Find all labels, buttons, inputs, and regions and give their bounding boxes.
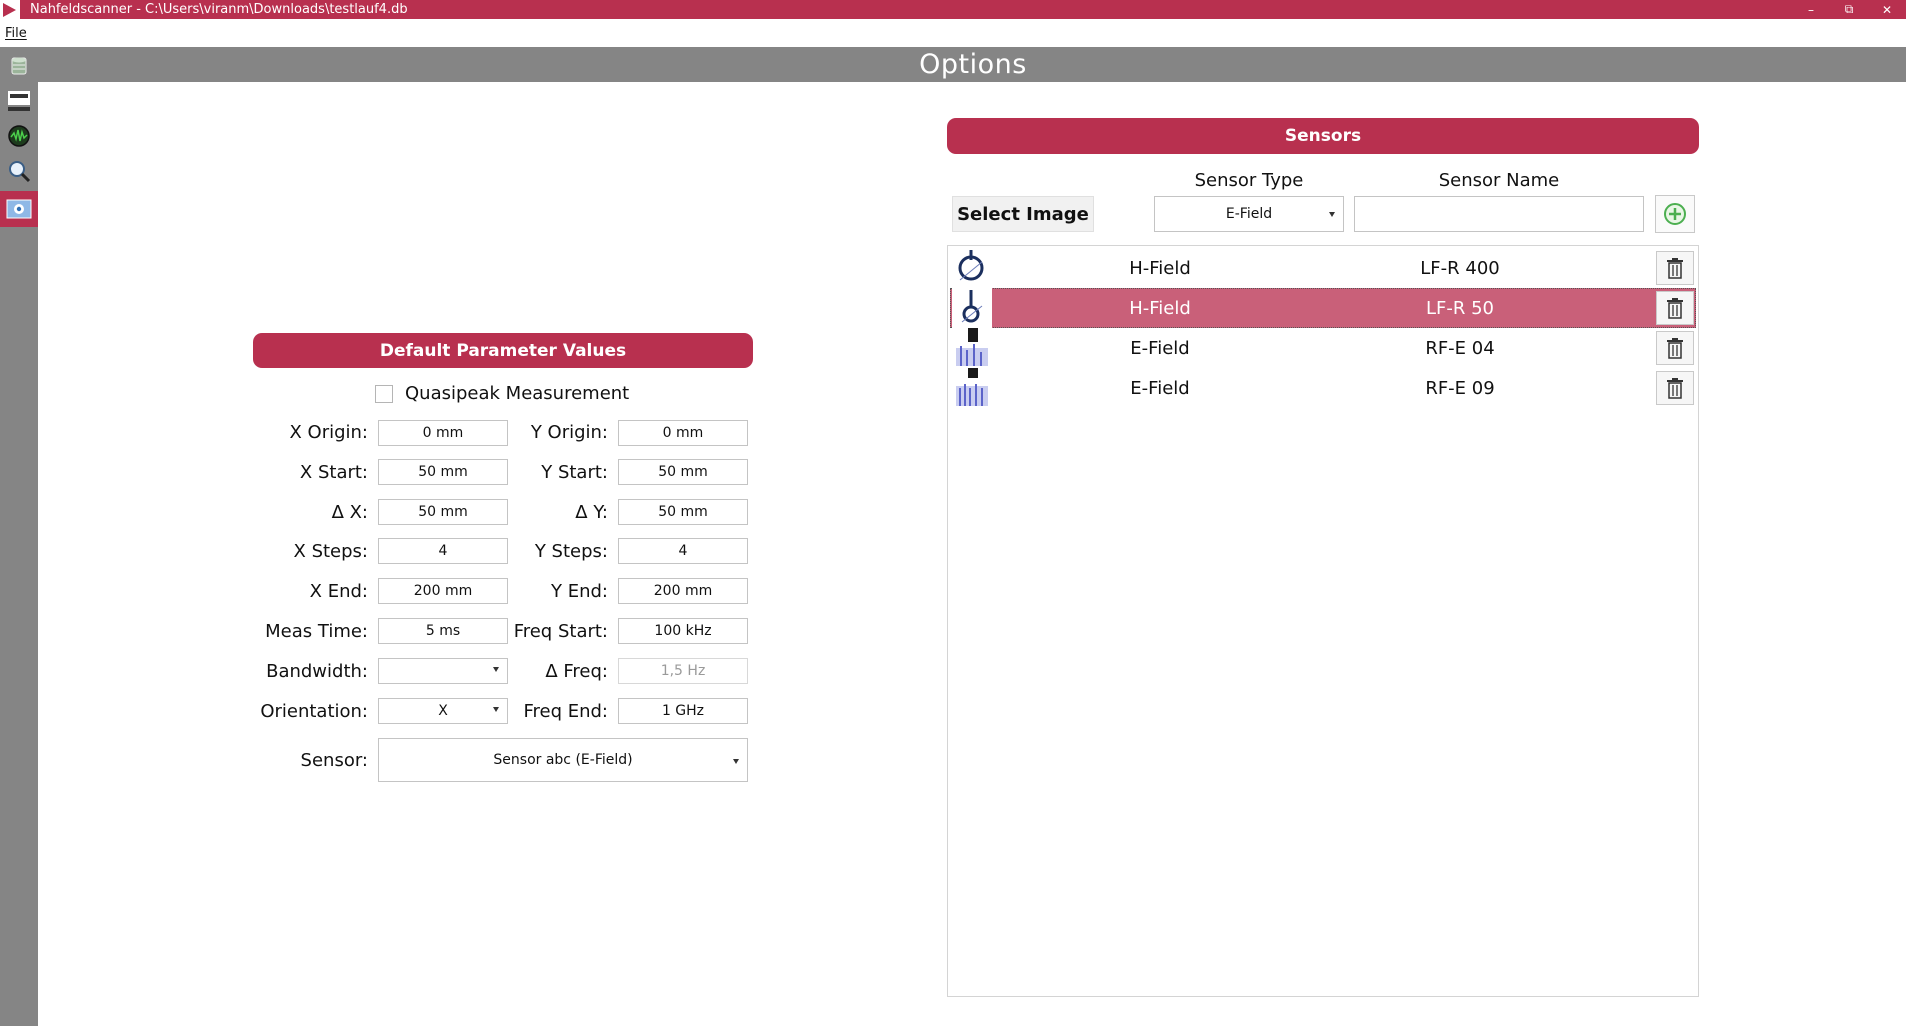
x-steps-label: X Steps: bbox=[293, 541, 368, 562]
y-steps-field[interactable]: 4 bbox=[618, 538, 748, 564]
sidebar-item-database[interactable] bbox=[4, 51, 34, 81]
h-field-probe-icon bbox=[961, 290, 983, 323]
trash-icon bbox=[1667, 298, 1683, 319]
sensor-thumbnail bbox=[952, 288, 992, 328]
window-controls: – ⧉ ✕ bbox=[1792, 0, 1906, 19]
trash-icon bbox=[1667, 338, 1683, 359]
y-end-field[interactable]: 200 mm bbox=[618, 578, 748, 604]
sensor-thumbnail bbox=[952, 328, 992, 368]
sensor-name-cell: RF-E 09 bbox=[1425, 378, 1495, 399]
y-start-label: Y Start: bbox=[541, 462, 608, 483]
chevron-down-icon bbox=[1329, 212, 1335, 217]
sensor-type-value: E-Field bbox=[1225, 206, 1273, 222]
delete-sensor-button[interactable] bbox=[1656, 371, 1694, 405]
delta-freq-label: Δ Freq: bbox=[545, 661, 608, 682]
sensor-type-dropdown[interactable]: E-Field bbox=[1154, 196, 1344, 232]
sensor-name-cell: LF-R 400 bbox=[1420, 258, 1500, 279]
sensor-label: Sensor: bbox=[300, 750, 368, 771]
sensor-name-cell: LF-R 50 bbox=[1425, 298, 1494, 319]
chevron-down-icon bbox=[733, 759, 739, 764]
sensor-type-header: Sensor Type bbox=[1194, 170, 1304, 191]
trash-icon bbox=[1667, 378, 1683, 399]
y-end-label: Y End: bbox=[551, 581, 608, 602]
quasipeak-label: Quasipeak Measurement bbox=[405, 383, 630, 404]
database-icon bbox=[11, 57, 27, 75]
sidebar-item-spectrum[interactable] bbox=[4, 121, 34, 151]
trash-icon bbox=[1667, 258, 1683, 279]
x-origin-label: X Origin: bbox=[289, 422, 368, 443]
delta-freq-field: 1,5 Hz bbox=[618, 658, 748, 684]
sensors-title: Sensors bbox=[947, 118, 1699, 154]
sensor-row[interactable]: H-Field LF-R 400 bbox=[950, 248, 1696, 288]
plus-circle-icon bbox=[1664, 203, 1686, 225]
app-logo-icon bbox=[0, 0, 20, 19]
sensor-type-cell: E-Field bbox=[1130, 378, 1190, 399]
freq-start-field[interactable]: 100 kHz bbox=[618, 618, 748, 644]
page-title: Options bbox=[919, 49, 1027, 80]
sensor-dropdown[interactable]: Sensor abc (E-Field) bbox=[378, 738, 748, 782]
sidebar-item-settings[interactable] bbox=[0, 191, 38, 227]
sidebar-item-search[interactable] bbox=[4, 156, 34, 186]
h-field-probe-icon bbox=[958, 250, 984, 281]
delete-sensor-button[interactable] bbox=[1656, 331, 1694, 365]
e-field-probe-icon bbox=[956, 328, 988, 366]
delta-y-field[interactable]: 50 mm bbox=[618, 499, 748, 525]
menu-bar: File bbox=[0, 19, 1906, 47]
sensor-row[interactable]: E-Field RF-E 09 bbox=[950, 368, 1696, 408]
y-origin-field[interactable]: 0 mm bbox=[618, 420, 748, 446]
orientation-label: Orientation: bbox=[260, 701, 368, 722]
delta-y-label: Δ Y: bbox=[575, 502, 608, 523]
menu-file[interactable]: File bbox=[5, 26, 27, 41]
freq-start-label: Freq Start: bbox=[513, 621, 608, 642]
sensor-name-cell: RF-E 04 bbox=[1425, 338, 1495, 359]
search-icon bbox=[9, 161, 31, 183]
settings-icon bbox=[6, 199, 32, 219]
sensor-row[interactable]: H-Field LF-R 50 bbox=[950, 288, 1696, 328]
title-bar: Nahfeldscanner - C:\Users\viranm\Downloa… bbox=[0, 0, 1906, 19]
add-sensor-button[interactable] bbox=[1655, 195, 1695, 233]
delta-x-label: Δ X: bbox=[331, 502, 368, 523]
restore-button[interactable]: ⧉ bbox=[1830, 0, 1868, 19]
freq-end-field[interactable]: 1 GHz bbox=[618, 698, 748, 724]
quasipeak-checkbox[interactable] bbox=[375, 385, 393, 403]
close-button[interactable]: ✕ bbox=[1868, 0, 1906, 19]
bandwidth-label: Bandwidth: bbox=[266, 661, 368, 682]
orientation-value: X bbox=[438, 703, 448, 719]
delete-sensor-button[interactable] bbox=[1656, 251, 1694, 285]
sensor-type-cell: H-Field bbox=[1129, 258, 1191, 279]
sensor-type-cell: E-Field bbox=[1130, 338, 1190, 359]
delete-sensor-button[interactable] bbox=[1656, 291, 1694, 325]
y-start-field[interactable]: 50 mm bbox=[618, 459, 748, 485]
y-origin-label: Y Origin: bbox=[530, 422, 608, 443]
spectrum-icon bbox=[8, 125, 30, 147]
sensor-name-header: Sensor Name bbox=[1438, 170, 1560, 191]
freq-end-label: Freq End: bbox=[523, 701, 608, 722]
sensor-list[interactable]: H-Field LF-R 400 H-Field LF-R 50 E-Field… bbox=[947, 245, 1699, 997]
sensor-value: Sensor abc (E-Field) bbox=[493, 752, 633, 768]
minimize-button[interactable]: – bbox=[1792, 0, 1830, 19]
default-parameters-title: Default Parameter Values bbox=[253, 333, 753, 368]
y-steps-label: Y Steps: bbox=[534, 541, 608, 562]
x-start-label: X Start: bbox=[299, 462, 368, 483]
meas-time-label: Meas Time: bbox=[265, 621, 368, 642]
sensor-thumbnail bbox=[952, 368, 992, 408]
window-title: Nahfeldscanner - C:\Users\viranm\Downloa… bbox=[30, 2, 408, 17]
sidebar-item-scanner[interactable] bbox=[4, 86, 34, 116]
page-header: Options bbox=[0, 47, 1906, 82]
sensor-name-input[interactable] bbox=[1354, 196, 1644, 232]
x-end-label: X End: bbox=[309, 581, 368, 602]
e-field-probe-icon bbox=[956, 368, 988, 406]
sensor-row[interactable]: E-Field RF-E 04 bbox=[950, 328, 1696, 368]
scanner-icon bbox=[8, 91, 30, 111]
sensor-type-cell: H-Field bbox=[1129, 298, 1191, 319]
sensor-thumbnail bbox=[952, 248, 992, 288]
select-image-button[interactable]: Select Image bbox=[952, 196, 1094, 232]
sidebar bbox=[0, 47, 38, 1026]
